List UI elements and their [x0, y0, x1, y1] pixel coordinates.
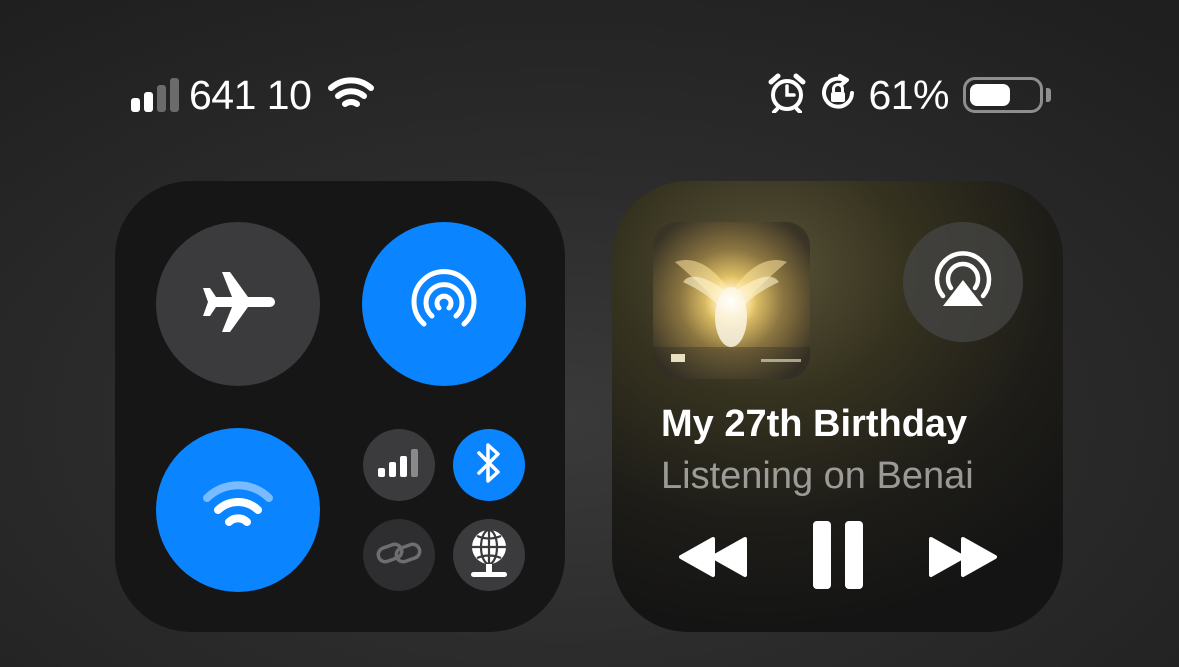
battery-percent: 61%	[868, 71, 949, 118]
wifi-icon	[202, 480, 274, 541]
cellular-bars-icon	[377, 448, 421, 483]
playback-controls	[612, 520, 1063, 601]
rotation-lock-icon	[818, 73, 858, 118]
wifi-button[interactable]	[156, 428, 320, 592]
playback-device-label: Listening on Benai	[661, 455, 974, 497]
bluetooth-button[interactable]	[453, 429, 525, 501]
personal-hotspot-button[interactable]	[363, 519, 435, 591]
pause-icon	[811, 520, 865, 595]
globe-network-icon	[465, 527, 513, 584]
album-artwork[interactable]	[653, 222, 810, 379]
status-bar: 641 10 61%	[0, 0, 1179, 190]
cellular-data-button[interactable]	[363, 429, 435, 501]
alarm-icon	[768, 73, 806, 118]
fast-forward-icon	[927, 536, 999, 583]
cellular-signal-icon	[131, 78, 179, 112]
vpn-button[interactable]	[453, 519, 525, 591]
status-left: 641 10	[131, 72, 375, 118]
airplane-icon	[200, 270, 276, 339]
airplay-audio-icon	[931, 250, 995, 315]
pause-button[interactable]	[808, 520, 868, 595]
airdrop-button[interactable]	[362, 222, 526, 386]
battery-icon	[963, 77, 1051, 113]
fast-forward-button[interactable]	[924, 536, 1002, 583]
rewind-icon	[677, 536, 749, 583]
status-right: 61%	[768, 72, 1051, 118]
connectivity-panel	[115, 181, 565, 632]
song-title: My 27th Birthday	[661, 403, 968, 445]
wifi-icon	[327, 75, 375, 116]
now-playing-panel: My 27th Birthday Listening on Benai	[612, 181, 1063, 632]
airplane-mode-button[interactable]	[156, 222, 320, 386]
carrier-label: 641 10	[189, 71, 312, 118]
hotspot-link-icon	[376, 538, 422, 573]
airplay-button[interactable]	[903, 222, 1023, 342]
bluetooth-icon	[474, 441, 504, 490]
airdrop-icon	[408, 266, 480, 343]
rewind-button[interactable]	[674, 536, 752, 583]
